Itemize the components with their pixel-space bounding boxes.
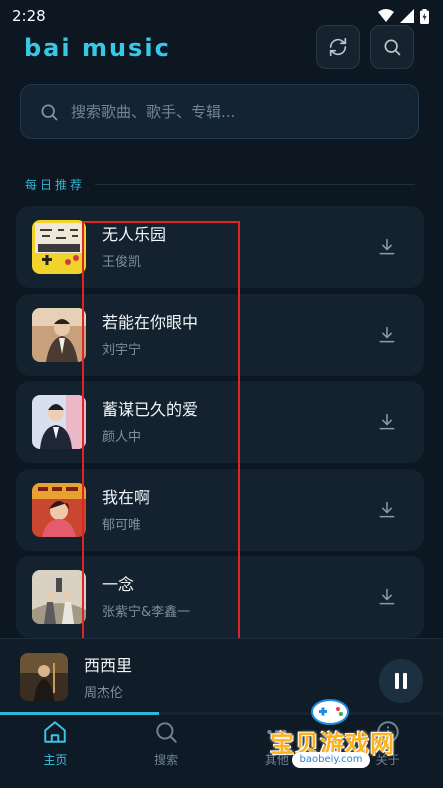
song-title: 一念 (102, 575, 135, 594)
search-input[interactable] (71, 102, 391, 121)
tab-other[interactable]: 其他 (222, 715, 333, 788)
song-artist: 郁可唯 (102, 517, 142, 533)
song-artist: 张紫宁&李鑫一 (102, 605, 191, 620)
now-playing-text: 西西里 周杰伦 (84, 652, 132, 701)
now-playing-bar[interactable]: 西西里 周杰伦 (0, 638, 443, 714)
wifi-icon (378, 9, 394, 22)
song-title: 蓄谋已久的爱 (102, 400, 199, 419)
album-cover (32, 395, 86, 449)
tab-label: 其他 (264, 753, 289, 767)
now-playing-title: 西西里 (84, 656, 133, 675)
download-button[interactable] (376, 499, 398, 521)
pause-icon (395, 673, 407, 689)
download-button[interactable] (376, 586, 398, 608)
album-cover (32, 220, 86, 274)
song-card[interactable]: 我在啊 郁可唯 (16, 468, 424, 551)
refresh-icon (329, 37, 347, 57)
bottom-tab-bar: 主页 搜索 其他 关于 (0, 715, 443, 788)
song-text: 蓄谋已久的爱 颜人中 (102, 399, 198, 445)
now-playing-artist: 周杰伦 (84, 686, 124, 701)
song-text: 若能在你眼中 刘宇宁 (102, 312, 198, 358)
app-header: bai music (0, 24, 443, 72)
download-icon (379, 238, 395, 255)
song-card[interactable]: 一念 张紫宁&李鑫一 (16, 556, 424, 638)
now-playing-cover (20, 652, 68, 701)
search-icon (41, 104, 58, 120)
album-cover (32, 570, 86, 624)
song-title: 若能在你眼中 (102, 312, 199, 332)
more-icon (267, 729, 287, 735)
section-header: 每日推荐 (25, 175, 415, 193)
song-card[interactable]: 蓄谋已久的爱 颜人中 (16, 381, 424, 463)
album-cover (32, 482, 86, 537)
song-card[interactable]: 无人乐园 王俊凯 (16, 206, 424, 288)
song-text: 我在啊 郁可唯 (102, 487, 150, 533)
download-button[interactable] (376, 324, 398, 346)
battery-icon (420, 8, 429, 24)
song-title: 我在啊 (102, 487, 151, 507)
refresh-button[interactable] (316, 25, 360, 69)
search-box[interactable] (20, 84, 419, 139)
tab-label: 主页 (43, 753, 68, 767)
song-list: 无人乐园 王俊凯 若能在你眼中 刘宇宁 蓄谋已久的爱 颜人中 我在啊 郁可唯 一… (16, 206, 424, 644)
tab-about[interactable]: 关于 (332, 715, 443, 788)
search-icon (156, 722, 177, 743)
header-search-button[interactable] (370, 25, 414, 69)
tab-home[interactable]: 主页 (0, 715, 111, 788)
download-icon (379, 588, 395, 605)
tab-search[interactable]: 搜索 (111, 715, 222, 788)
section-divider (95, 183, 415, 185)
song-card[interactable]: 若能在你眼中 刘宇宁 (16, 293, 424, 376)
tab-label: 关于 (375, 753, 400, 767)
info-icon (376, 721, 399, 743)
song-artist: 王俊凯 (102, 255, 142, 270)
song-text: 一念 张紫宁&李鑫一 (102, 574, 190, 620)
download-button[interactable] (376, 236, 398, 258)
download-icon (379, 326, 395, 342)
status-time: 2:28 (12, 7, 46, 25)
section-title: 每日推荐 (25, 177, 86, 192)
album-cover (32, 307, 86, 362)
status-icons (378, 8, 429, 24)
app-title: bai music (24, 34, 171, 62)
home-icon (44, 721, 67, 743)
download-icon (379, 501, 395, 517)
song-text: 无人乐园 王俊凯 (102, 224, 166, 270)
search-icon (384, 39, 401, 56)
song-artist: 颜人中 (102, 430, 142, 445)
download-icon (379, 413, 395, 430)
download-button[interactable] (376, 411, 398, 433)
tab-label: 搜索 (154, 753, 179, 767)
song-title: 无人乐园 (102, 225, 167, 244)
song-artist: 刘宇宁 (102, 342, 142, 358)
pause-button[interactable] (379, 659, 423, 703)
signal-icon (400, 9, 414, 23)
